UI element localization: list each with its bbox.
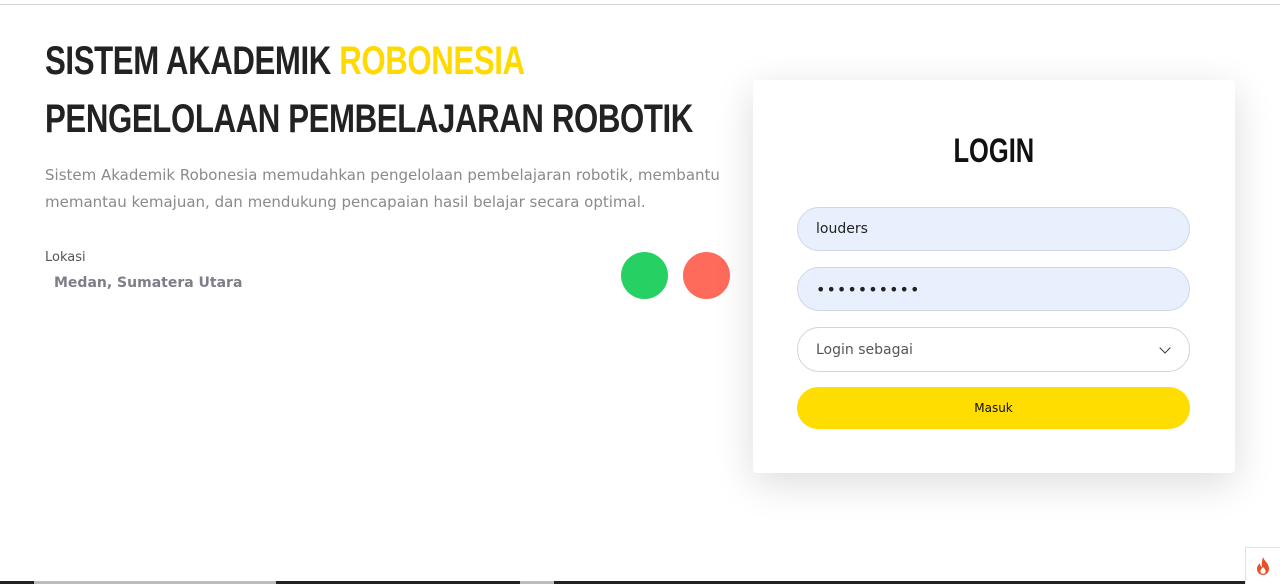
- red-dot-decoration: [683, 252, 730, 299]
- debug-toolbar-button[interactable]: [1245, 547, 1280, 584]
- location-value: Medan, Sumatera Utara: [54, 275, 243, 291]
- masuk-button[interactable]: Masuk: [797, 387, 1190, 429]
- green-dot-decoration: [621, 252, 668, 299]
- role-select[interactable]: Login sebagai: [797, 327, 1190, 372]
- role-select-value: Login sebagai: [816, 341, 913, 358]
- login-card: LOGIN louders •••••••••• Login sebagai M…: [753, 80, 1235, 473]
- password-input[interactable]: ••••••••••: [797, 267, 1190, 311]
- login-title: LOGIN: [953, 132, 1035, 170]
- title-prefix: SISTEM AKADEMIK: [45, 39, 340, 83]
- chevron-down-icon: [1159, 341, 1171, 354]
- hero-description: Sistem Akademik Robonesia memudahkan pen…: [45, 166, 720, 211]
- title-accent: ROBONESIA: [339, 39, 525, 83]
- location-label: Lokasi: [45, 250, 86, 265]
- password-value: ••••••••••: [816, 279, 921, 299]
- hero-section: SISTEM AKADEMIK ROBONESIA PENGELOLAAN PE…: [45, 38, 745, 216]
- page-subtitle: PENGELOLAAN PEMBELAJARAN ROBOTIK: [45, 97, 693, 141]
- username-value: louders: [816, 221, 868, 237]
- username-input[interactable]: louders: [797, 207, 1190, 251]
- top-divider: [0, 4, 1280, 5]
- page-title: SISTEM AKADEMIK ROBONESIA: [45, 38, 591, 84]
- masuk-button-label: Masuk: [974, 401, 1013, 415]
- flame-icon: [1257, 557, 1269, 575]
